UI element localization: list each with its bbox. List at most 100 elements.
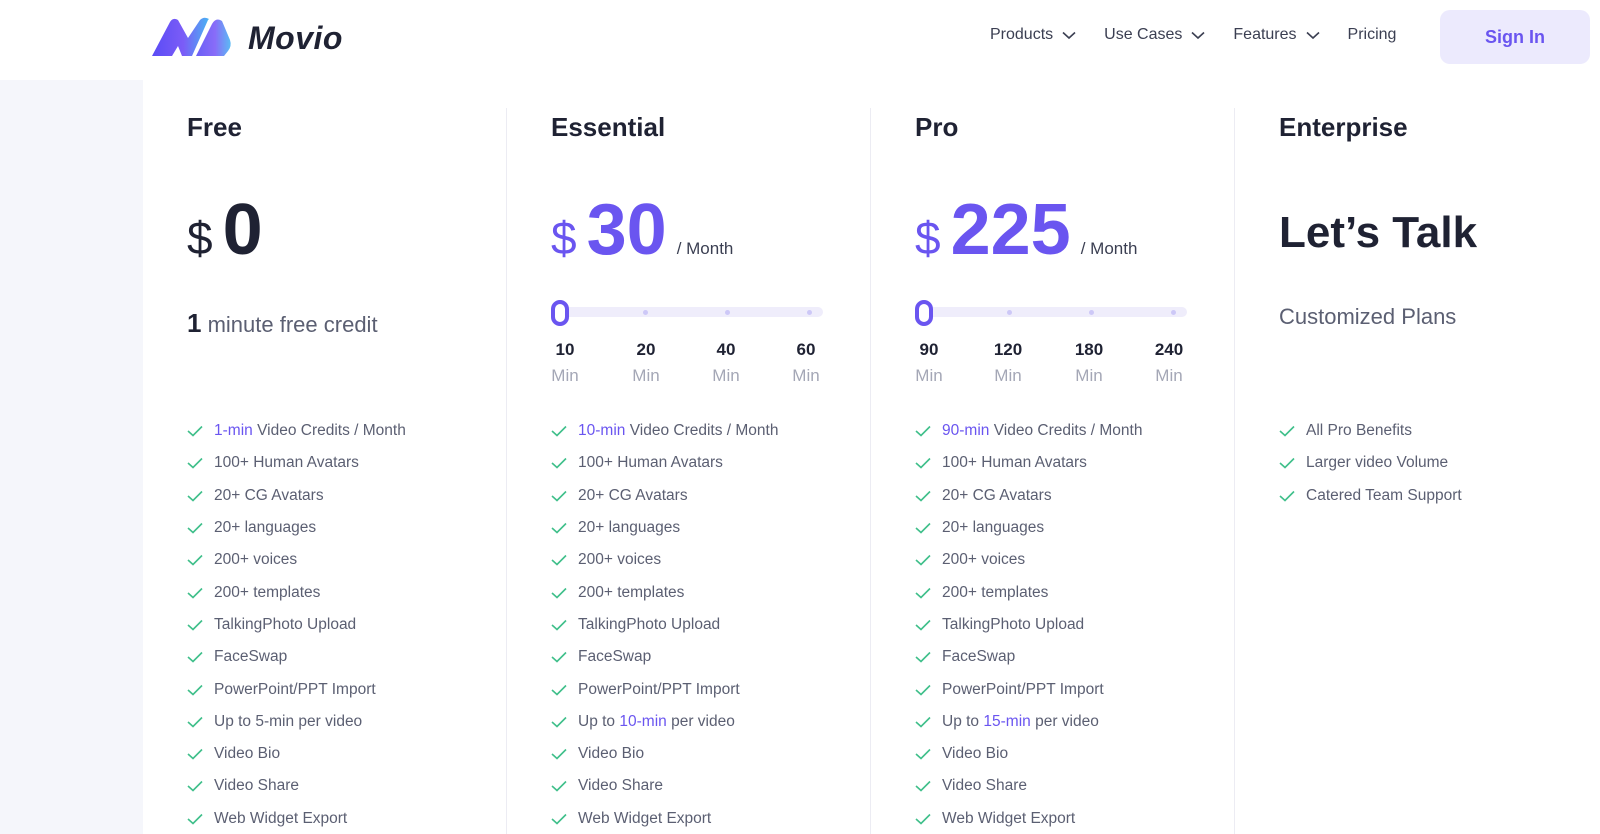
brand-logo[interactable]: Movio bbox=[148, 16, 343, 60]
feature-text: Up to bbox=[942, 712, 980, 730]
feature-item: FaceSwap bbox=[187, 641, 406, 673]
slider-track[interactable] bbox=[551, 307, 823, 317]
feature-text: 200+ templates bbox=[214, 583, 321, 601]
slider-stop[interactable]: 120 Min bbox=[988, 340, 1028, 386]
check-icon bbox=[551, 813, 567, 825]
plan-free: Free $ 0 1 minute free credit 1-min Vide… bbox=[143, 108, 507, 834]
nav-pricing[interactable]: Pricing bbox=[1348, 26, 1397, 44]
minutes-slider[interactable] bbox=[551, 300, 823, 326]
check-icon bbox=[551, 522, 567, 534]
slider-tick bbox=[643, 310, 648, 315]
feature-item: FaceSwap bbox=[551, 641, 778, 673]
feature-list: 10-min Video Credits / Month 100+ Human … bbox=[551, 415, 778, 834]
feature-item: Video Bio bbox=[551, 738, 778, 770]
check-icon bbox=[551, 458, 567, 470]
feature-list: 90-min Video Credits / Month 100+ Human … bbox=[915, 415, 1142, 834]
feature-text: Video Share bbox=[942, 777, 1028, 795]
credit-value: 1 bbox=[187, 308, 202, 338]
feature-item: 20+ languages bbox=[915, 512, 1142, 544]
feature-text: Web Widget Export bbox=[578, 809, 712, 827]
check-icon bbox=[1279, 458, 1295, 470]
slider-stop[interactable]: 180 Min bbox=[1069, 340, 1109, 386]
feature-text: per video bbox=[671, 712, 735, 730]
stop-value: 240 bbox=[1154, 340, 1184, 359]
check-icon bbox=[187, 555, 203, 566]
slider-stop[interactable]: 90 Min bbox=[909, 340, 949, 386]
slider-tick bbox=[807, 310, 812, 315]
feature-text: PowerPoint/PPT Import bbox=[578, 680, 740, 698]
feature-item: 1-min Video Credits / Month bbox=[187, 415, 406, 447]
stop-value: 10 bbox=[555, 340, 575, 359]
price-amount: 30 bbox=[586, 190, 667, 270]
check-icon bbox=[187, 458, 203, 470]
slider-stop[interactable]: 20 Min bbox=[626, 340, 666, 386]
slider-stop[interactable]: 60 Min bbox=[786, 340, 826, 386]
feature-item: All Pro Benefits bbox=[1279, 415, 1462, 447]
slider-stop[interactable]: 40 Min bbox=[706, 340, 746, 386]
check-icon bbox=[1279, 426, 1295, 437]
nav-products[interactable]: Products bbox=[990, 26, 1076, 44]
feature-text: Up to 5-min per video bbox=[214, 712, 363, 730]
feature-item: Video Share bbox=[187, 770, 406, 802]
check-icon bbox=[551, 619, 567, 631]
feature-item: PowerPoint/PPT Import bbox=[551, 673, 778, 705]
nav-use-cases[interactable]: Use Cases bbox=[1104, 26, 1205, 44]
feature-item: 200+ templates bbox=[187, 576, 406, 608]
feature-text: 100+ Human Avatars bbox=[214, 454, 359, 472]
feature-text: 20+ languages bbox=[942, 519, 1045, 537]
nav-features[interactable]: Features bbox=[1233, 26, 1320, 44]
feature-item: 100+ Human Avatars bbox=[551, 447, 778, 479]
feature-item: 10-min Video Credits / Month bbox=[551, 415, 778, 447]
check-icon bbox=[915, 749, 931, 760]
feature-text: FaceSwap bbox=[578, 648, 652, 666]
plan-name: Pro bbox=[915, 112, 959, 142]
movio-logo-icon bbox=[152, 17, 231, 56]
stop-unit: Min bbox=[551, 366, 579, 385]
stop-value: 120 bbox=[993, 340, 1023, 359]
feature-text: 200+ templates bbox=[578, 583, 685, 601]
stop-unit: Min bbox=[1075, 366, 1103, 385]
feature-text: per video bbox=[1035, 712, 1099, 730]
slider-stop[interactable]: 10 Min bbox=[545, 340, 585, 386]
feature-item: TalkingPhoto Upload bbox=[915, 609, 1142, 641]
feature-item: 20+ languages bbox=[551, 512, 778, 544]
check-icon bbox=[915, 587, 931, 599]
check-icon bbox=[187, 587, 203, 599]
check-icon bbox=[551, 490, 567, 502]
feature-item: Up to 5-min per video bbox=[187, 706, 406, 738]
plan-enterprise: Enterprise Let’s Talk Customized Plans A… bbox=[1235, 108, 1600, 834]
feature-item: FaceSwap bbox=[915, 641, 1142, 673]
slider-handle[interactable] bbox=[551, 300, 569, 326]
minutes-slider[interactable] bbox=[915, 300, 1187, 326]
chevron-down-icon bbox=[1062, 31, 1076, 39]
feature-text: Video Credits / Month bbox=[993, 422, 1143, 440]
slider-stop[interactable]: 240 Min bbox=[1149, 340, 1189, 386]
credit-text: minute free credit bbox=[207, 312, 378, 337]
feature-text: 20+ CG Avatars bbox=[942, 486, 1052, 504]
stop-value: 180 bbox=[1074, 340, 1104, 359]
check-icon bbox=[915, 490, 931, 502]
check-icon bbox=[551, 652, 567, 663]
feature-item: 200+ voices bbox=[187, 544, 406, 576]
slider-track[interactable] bbox=[915, 307, 1187, 317]
feature-text: 200+ voices bbox=[578, 551, 662, 569]
check-icon bbox=[551, 426, 567, 437]
check-icon bbox=[915, 522, 931, 534]
stop-value: 90 bbox=[919, 340, 939, 359]
feature-text: All Pro Benefits bbox=[1306, 422, 1412, 440]
sign-in-button[interactable]: Sign In bbox=[1440, 10, 1590, 64]
check-icon bbox=[915, 716, 931, 728]
feature-text: Video Share bbox=[214, 777, 300, 795]
feature-text: PowerPoint/PPT Import bbox=[214, 680, 376, 698]
feature-text: TalkingPhoto Upload bbox=[942, 615, 1085, 633]
feature-item: Catered Team Support bbox=[1279, 480, 1462, 512]
price-period: / Month bbox=[1080, 239, 1138, 258]
slider-handle[interactable] bbox=[915, 300, 933, 326]
feature-item: Up to 10-min per video bbox=[551, 706, 778, 738]
enterprise-headline: Let’s Talk bbox=[1279, 208, 1478, 257]
check-icon bbox=[187, 684, 203, 696]
main-nav: Products Use Cases Features Pricing bbox=[990, 26, 1396, 44]
check-icon bbox=[915, 781, 931, 793]
feature-text: Up to bbox=[578, 712, 616, 730]
feature-item: Web Widget Export bbox=[915, 803, 1142, 834]
